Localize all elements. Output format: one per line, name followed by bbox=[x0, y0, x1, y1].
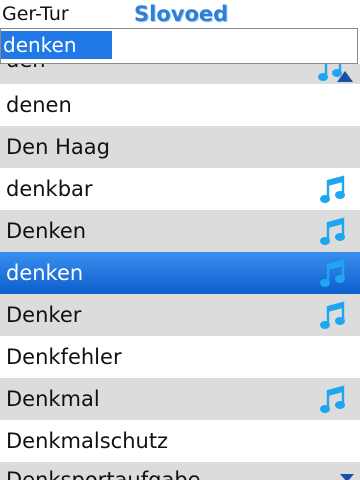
list-item[interactable]: Denker bbox=[0, 294, 360, 336]
word-label: denen bbox=[6, 93, 72, 117]
list-item[interactable]: Den Haag bbox=[0, 126, 360, 168]
word-list[interactable]: den denen Den Haag denkbar Denken denken Denk… bbox=[0, 64, 360, 480]
list-item-partial-bottom[interactable]: Denksportaufgabe bbox=[0, 462, 360, 480]
music-note-icon[interactable] bbox=[318, 300, 350, 330]
word-label: Denken bbox=[6, 219, 87, 243]
word-label: Denkmalschutz bbox=[6, 429, 169, 453]
word-label: denkbar bbox=[6, 177, 93, 201]
word-label: den bbox=[6, 64, 46, 74]
language-pair-label[interactable]: Ger-Tur bbox=[2, 2, 69, 26]
dictionary-screen: Ger-Tur Slovoed den denen Den Haag denkbar… bbox=[0, 0, 360, 480]
list-item[interactable]: Denkfehler bbox=[0, 336, 360, 378]
list-item[interactable]: Denken bbox=[0, 210, 360, 252]
word-label: Denker bbox=[6, 303, 82, 327]
word-label: Denksportaufgabe bbox=[6, 468, 201, 480]
music-note-icon[interactable] bbox=[318, 174, 350, 204]
list-item-selected[interactable]: denken bbox=[0, 252, 360, 294]
search-input[interactable] bbox=[1, 31, 112, 59]
list-item[interactable]: denkbar bbox=[0, 168, 360, 210]
music-note-icon[interactable] bbox=[318, 258, 350, 288]
list-item[interactable]: Denkmalschutz bbox=[0, 420, 360, 462]
list-item[interactable]: Denkmal bbox=[0, 378, 360, 420]
search-field[interactable] bbox=[0, 28, 358, 64]
word-label: Denkmal bbox=[6, 387, 100, 411]
list-item-partial-top[interactable]: den bbox=[0, 64, 360, 84]
music-note-icon[interactable] bbox=[318, 384, 350, 414]
music-note-icon[interactable] bbox=[318, 216, 350, 246]
scroll-down-arrow-icon[interactable] bbox=[339, 468, 355, 480]
scroll-up-arrow-icon[interactable] bbox=[335, 68, 355, 82]
header-bar: Ger-Tur Slovoed bbox=[0, 0, 360, 28]
word-label: Denkfehler bbox=[6, 345, 122, 369]
list-item[interactable]: denen bbox=[0, 84, 360, 126]
word-label: Den Haag bbox=[6, 135, 110, 159]
word-label: denken bbox=[6, 261, 84, 285]
app-logo: Slovoed bbox=[134, 2, 229, 26]
